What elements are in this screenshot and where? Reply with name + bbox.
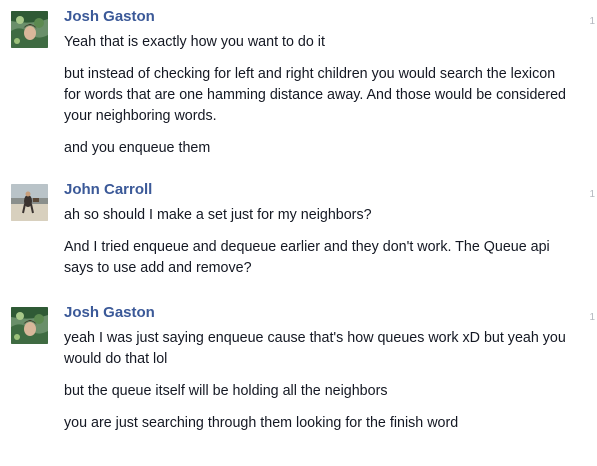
message-thread: 1 Josh Gaston Yeah that is exactly how y… [0,0,597,434]
read-indicator: 1 [589,189,595,200]
message-text: ah so should I make a set just for my ne… [64,207,372,223]
message-text: you are just searching through them look… [64,415,459,431]
avatar-john-icon[interactable] [11,184,48,221]
avatar-josh-icon[interactable] [11,307,48,344]
message-group: 1 John Carroll ah so should I make a set… [0,181,597,279]
message-group: 1 Josh Gaston Yeah that is exactly how y… [0,8,597,159]
message-text: but the queue itself will be holding all… [64,383,388,399]
sender-name[interactable]: John Carroll [64,181,597,199]
read-indicator: 1 [589,312,595,323]
message-text: And I tried enqueue and dequeue earlier … [64,239,550,276]
read-indicator: 1 [589,16,595,27]
avatar-josh-icon[interactable] [11,11,48,48]
message-text: and you enqueue them [64,140,211,156]
message-text: Yeah that is exactly how you want to do … [64,34,325,50]
message-text: yeah I was just saying enqueue cause tha… [64,330,566,367]
message-group: 1 Josh Gaston yeah I was just saying enq… [0,304,597,434]
sender-name[interactable]: Josh Gaston [64,8,597,26]
sender-name[interactable]: Josh Gaston [64,304,597,322]
message-text: but instead of checking for left and rig… [64,66,567,124]
